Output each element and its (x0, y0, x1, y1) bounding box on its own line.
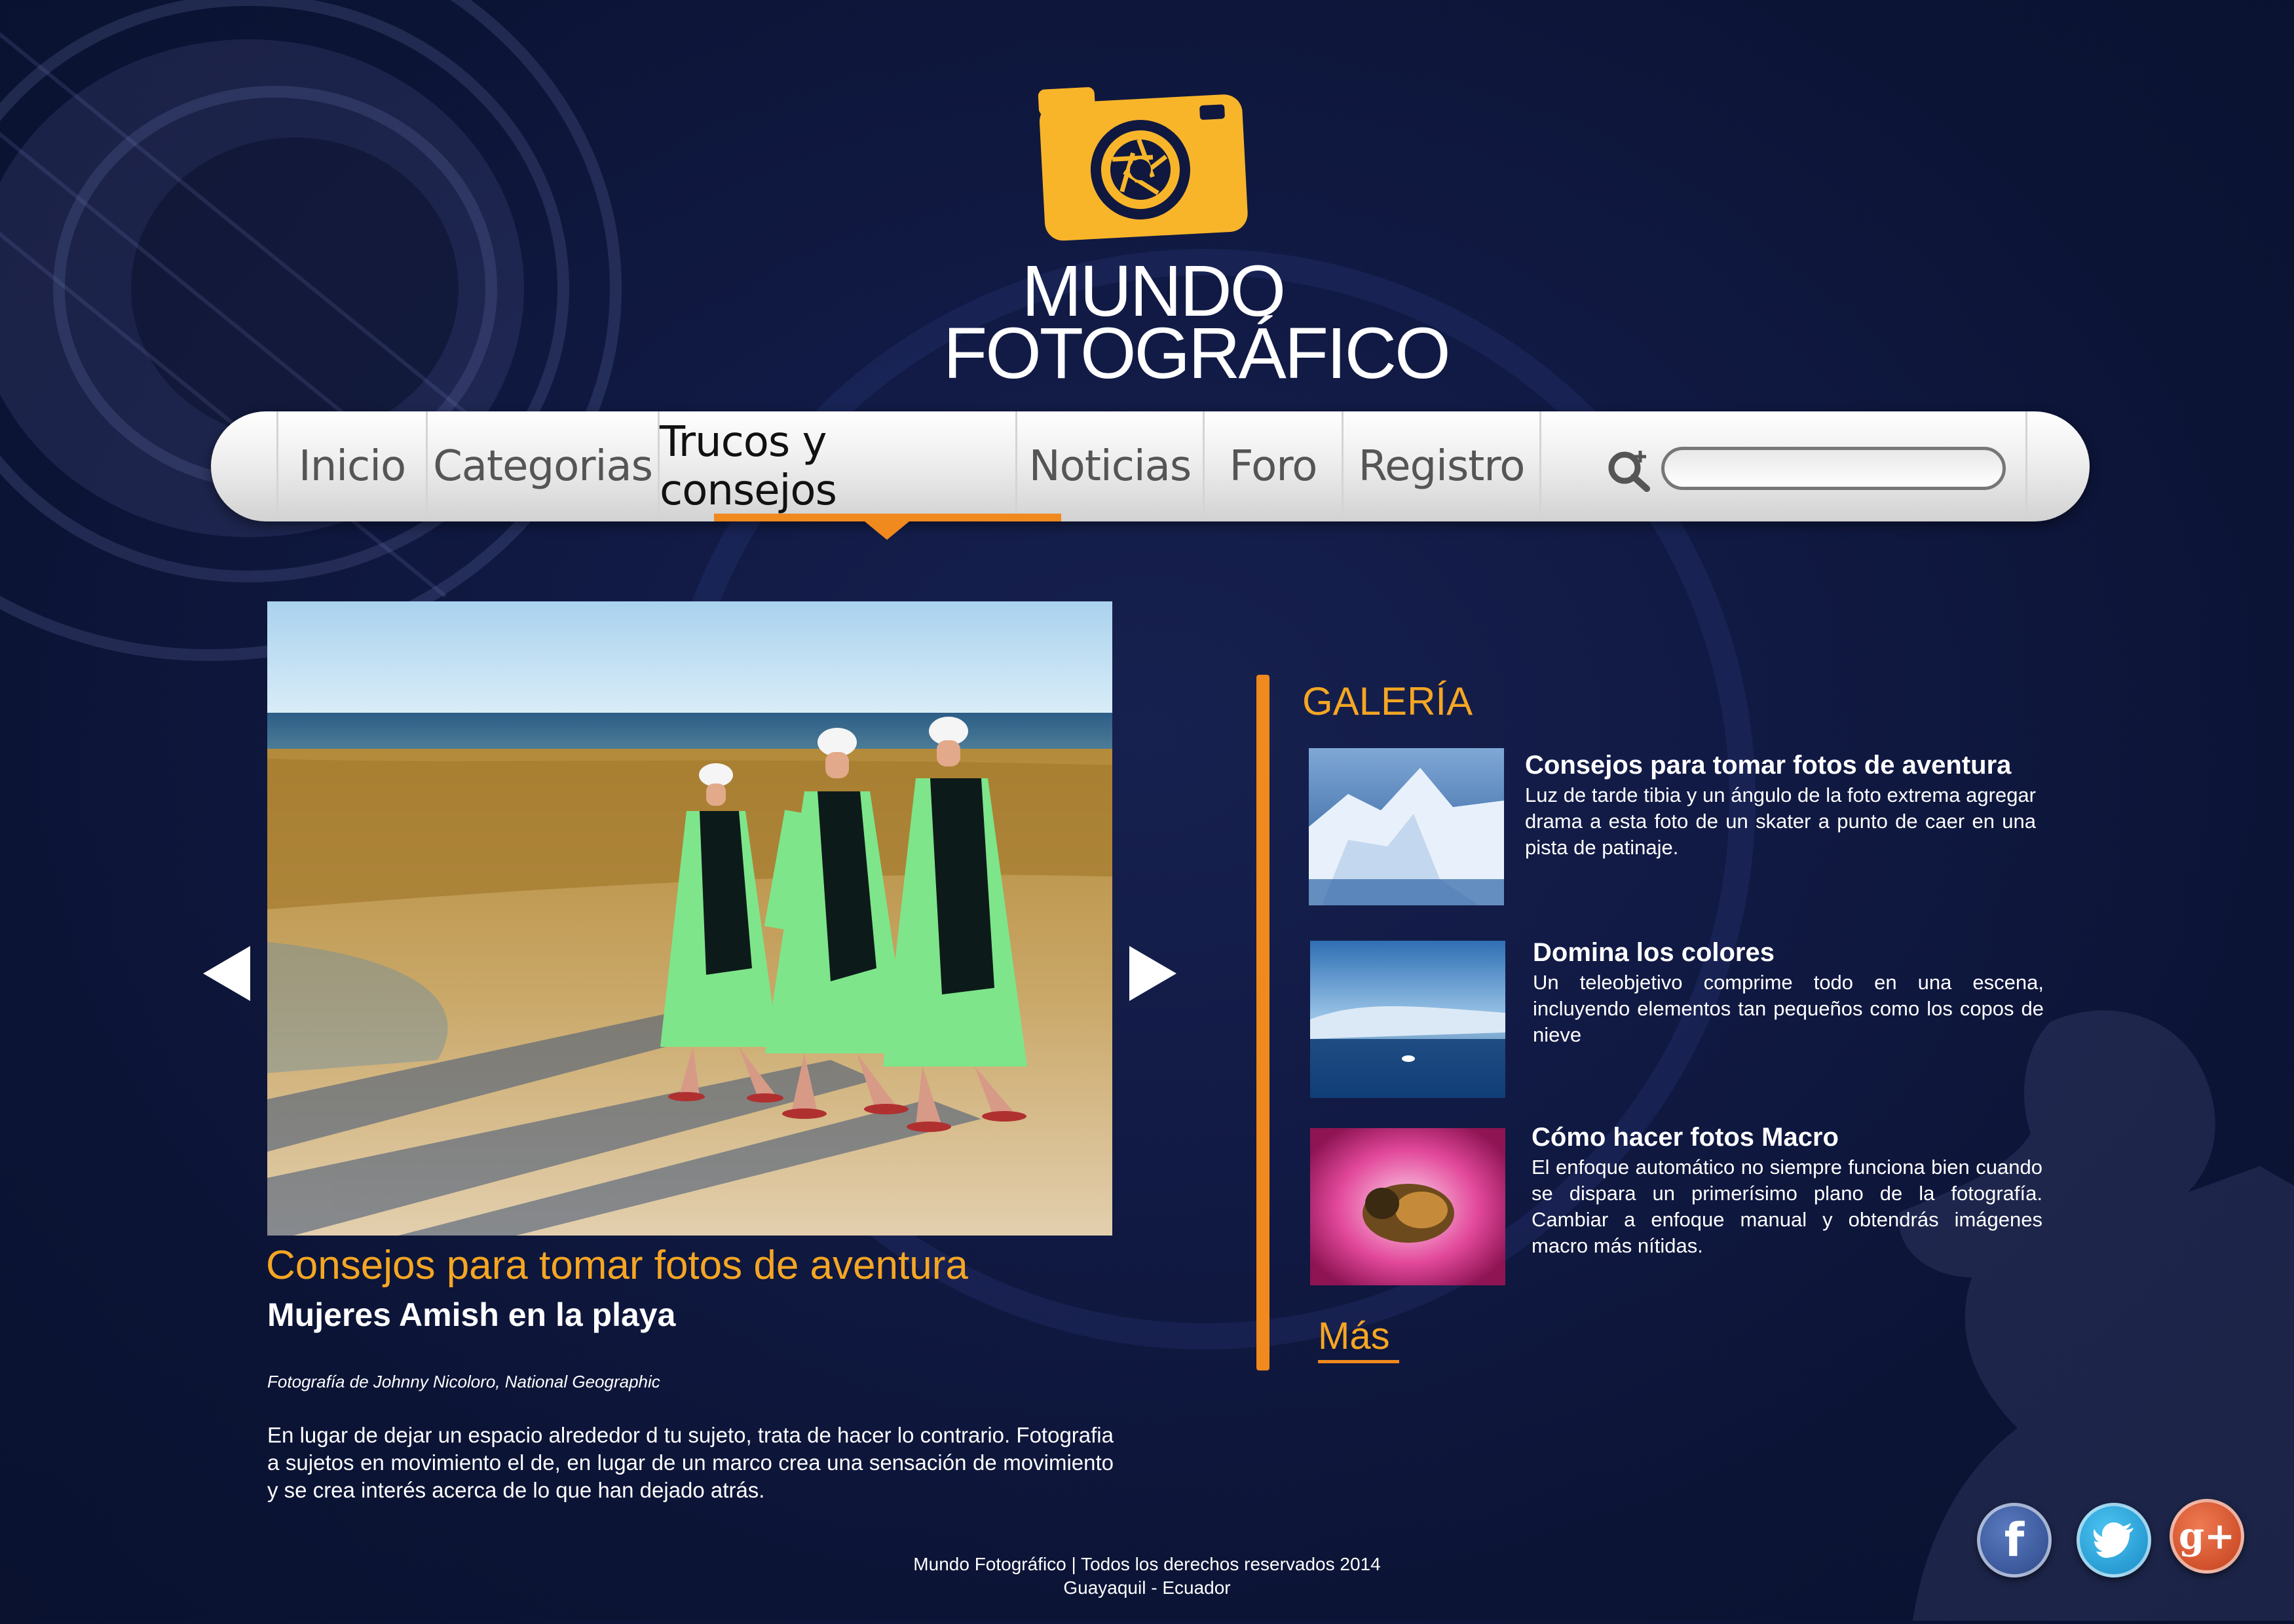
search-input[interactable] (1661, 447, 2006, 490)
footer-location: Guayaquil - Ecuador (1063, 1577, 1231, 1598)
featured-photo[interactable] (267, 601, 1112, 1236)
nav-registro[interactable]: Registro (1342, 411, 1539, 521)
nav-label: Noticias (1028, 442, 1192, 491)
nav-categorias[interactable]: Categorias (426, 411, 658, 521)
nav-label: Foro (1229, 442, 1318, 491)
gallery-item-title[interactable]: Consejos para tomar fotos de aventura (1525, 751, 2011, 780)
gallery-item-desc: El enfoque automático no siempre funcion… (1532, 1156, 2042, 1257)
nav-label: Inicio (298, 442, 406, 491)
gallery-thumbnail-bee-flower[interactable] (1310, 1128, 1505, 1285)
gallery-item-title[interactable]: Cómo hacer fotos Macro (1532, 1123, 1839, 1152)
featured-subtitle: Mujeres Amish en la playa (267, 1296, 676, 1333)
gallery-item-desc: Luz de tarde tibia y un ángulo de la fot… (1525, 784, 2036, 859)
nav-label: Registro (1358, 442, 1526, 491)
nav-end-divider (2025, 411, 2039, 521)
gallery-thumbnail-iceberg[interactable] (1309, 748, 1504, 905)
search-icon[interactable] (1606, 447, 1652, 493)
gallery-thumbnail-lake[interactable] (1310, 941, 1505, 1098)
site-logo[interactable]: MUNDO FOTOGRÁFICO (943, 66, 1451, 390)
nav-label: Trucos y consejos (660, 418, 837, 515)
footer-copyright: Mundo Fotográfico | Todos los derechos r… (913, 1554, 1381, 1574)
more-link-underline (1318, 1360, 1399, 1363)
camera-logo-icon (1038, 87, 1248, 241)
gallery-divider (1256, 675, 1269, 1370)
gallery-item-title[interactable]: Domina los colores (1533, 938, 1775, 968)
active-tab-underline (714, 514, 1061, 521)
carousel-next-arrow-icon[interactable] (1129, 946, 1176, 1001)
nav-search-divider (1539, 411, 1552, 521)
nav-trucos-y-consejos[interactable]: Trucos y consejos (658, 411, 1015, 521)
nav-inicio[interactable]: Inicio (276, 411, 426, 521)
active-tab-pointer (865, 521, 909, 540)
carousel-prev-arrow-icon[interactable] (203, 946, 250, 1001)
gallery-more-link[interactable]: Más (1318, 1314, 1390, 1358)
brand-line-2: FOTOGRÁFICO (943, 313, 1451, 394)
nav-noticias[interactable]: Noticias (1015, 411, 1203, 521)
featured-title[interactable]: Consejos para tomar fotos de aventura (266, 1242, 968, 1289)
photo-credit: Fotografía de Johnny Nicoloro, National … (267, 1372, 660, 1391)
gallery-title: GALERÍA (1302, 679, 1473, 723)
featured-body: En lugar de dejar un espacio alrededor d… (267, 1423, 1114, 1502)
nav-foro[interactable]: Foro (1203, 411, 1342, 521)
gallery-item-desc: Un teleobjetivo comprime todo en una esc… (1533, 971, 2044, 1046)
nav-label: Categorias (433, 442, 653, 491)
